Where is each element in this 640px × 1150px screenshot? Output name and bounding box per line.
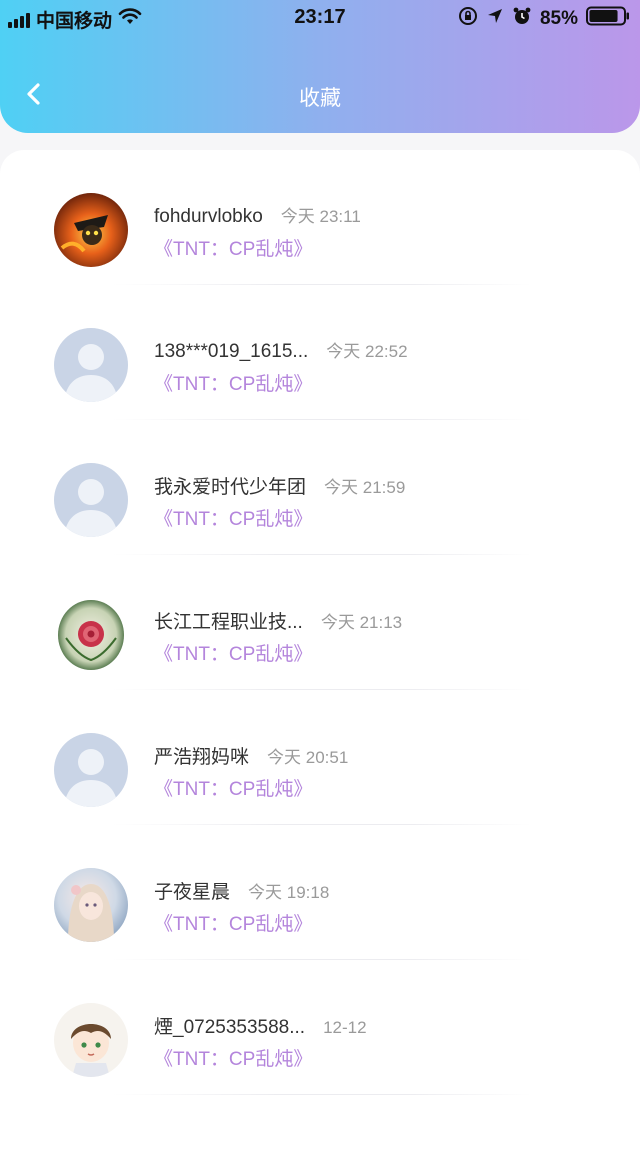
user-name[interactable]: 子夜星晨	[154, 877, 230, 904]
list-item[interactable]: 严浩翔妈咪 今天 20:51 《TNT：CP乱炖》	[0, 690, 640, 825]
signal-icon	[8, 12, 30, 28]
carrier-label: 中国移动	[36, 11, 113, 32]
name-row: 长江工程职业技... 今天 21:13	[154, 607, 402, 634]
user-name[interactable]: 严浩翔妈咪	[154, 742, 249, 769]
user-name[interactable]: 138***019_1615...	[154, 341, 308, 363]
name-row: fohdurvlobko 今天 23:11	[154, 202, 361, 228]
timestamp: 今天 21:59	[324, 478, 406, 497]
name-row: 煙_0725353588... 12-12	[154, 1012, 367, 1039]
book-title-link[interactable]: 《TNT：CP乱炖》	[154, 369, 312, 396]
wifi-icon	[118, 7, 142, 32]
timestamp: 今天 20:51	[267, 748, 349, 767]
battery-icon	[586, 6, 630, 32]
user-name[interactable]: 煙_0725353588...	[154, 1012, 305, 1039]
list-item[interactable]: 长江工程职业技... 今天 21:13 《TNT：CP乱炖》	[0, 555, 640, 690]
list-item[interactable]: 138***019_1615... 今天 22:52 《TNT：CP乱炖》	[0, 285, 640, 420]
favorites-list: fohdurvlobko 今天 23:11 《TNT：CP乱炖》 138***019_…	[0, 150, 640, 1150]
status-bar: 中国移动 23:17 85%	[0, 0, 640, 36]
timestamp: 今天 21:13	[320, 613, 403, 632]
list-item[interactable]: 我永爱时代少年团 今天 21:59 《TNT：CP乱炖》	[0, 420, 640, 555]
avatar[interactable]	[54, 733, 128, 807]
book-title-link[interactable]: 《TNT：CP乱炖》	[154, 1044, 312, 1071]
avatar[interactable]	[54, 598, 128, 672]
avatar[interactable]	[54, 463, 128, 537]
name-row: 严浩翔妈咪 今天 20:51	[154, 742, 348, 769]
list-item[interactable]: 子夜星晨 今天 19:18 《TNT：CP乱炖》	[0, 825, 640, 960]
timestamp: 今天 23:11	[280, 207, 361, 226]
user-name[interactable]: 我永爱时代少年团	[154, 472, 306, 499]
list-item[interactable]: 煙_0725353588... 12-12 《TNT：CP乱炖》	[0, 960, 640, 1095]
name-row: 子夜星晨 今天 19:18	[154, 877, 329, 904]
book-title-link[interactable]: 《TNT：CP乱炖》	[154, 774, 312, 801]
timestamp: 12-12	[323, 1018, 367, 1037]
app-header: 中国移动 23:17 85% 收藏	[0, 0, 640, 133]
name-row: 我永爱时代少年团 今天 21:59	[154, 472, 405, 499]
list-item[interactable]: fohdurvlobko 今天 23:11 《TNT：CP乱炖》	[0, 150, 640, 285]
timestamp: 今天 22:52	[326, 342, 408, 361]
battery-percent: 85%	[539, 8, 578, 29]
name-row: 138***019_1615... 今天 22:52	[154, 337, 408, 363]
book-title-link[interactable]: 《TNT：CP乱炖》	[154, 504, 312, 531]
book-title-link[interactable]: 《TNT：CP乱炖》	[154, 234, 312, 261]
avatar[interactable]	[54, 1003, 128, 1077]
avatar[interactable]	[54, 328, 128, 402]
orientation-lock-icon	[458, 6, 478, 32]
user-name[interactable]: fohdurvlobko	[154, 206, 263, 228]
book-title-link[interactable]: 《TNT：CP乱炖》	[154, 639, 312, 666]
location-icon	[486, 7, 504, 31]
divider	[112, 1094, 532, 1095]
alarm-icon	[512, 6, 532, 32]
user-name[interactable]: 长江工程职业技...	[154, 607, 303, 634]
timestamp: 今天 19:18	[248, 883, 330, 902]
book-title-link[interactable]: 《TNT：CP乱炖》	[154, 909, 312, 936]
page-title: 收藏	[299, 87, 341, 110]
avatar[interactable]	[54, 193, 128, 267]
avatar[interactable]	[54, 868, 128, 942]
